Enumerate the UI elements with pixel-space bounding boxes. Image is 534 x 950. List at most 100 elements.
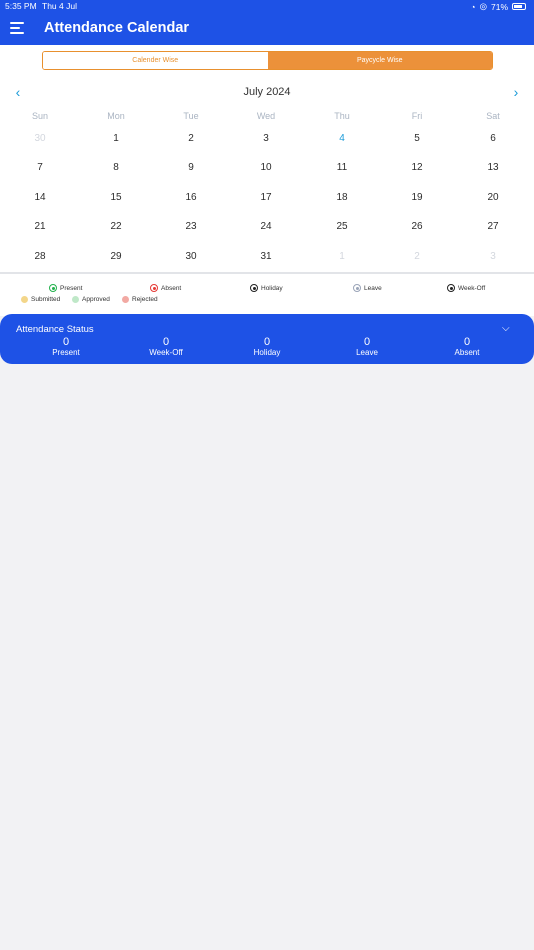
submitted-dot xyxy=(21,296,28,303)
calendar-day[interactable]: 1 xyxy=(86,133,146,144)
calendar-day[interactable]: 26 xyxy=(387,221,447,232)
calendar-day[interactable]: 30 xyxy=(161,251,221,262)
stat-value: 0 xyxy=(62,336,70,348)
stat-label: Leave xyxy=(356,348,378,357)
legend-label: Leave xyxy=(364,284,382,292)
calendar-day[interactable]: 24 xyxy=(236,221,296,232)
calendar-day[interactable]: 29 xyxy=(86,251,146,262)
calendar-day[interactable]: 18 xyxy=(312,192,372,203)
battery-icon xyxy=(512,3,526,10)
calendar-day[interactable]: 22 xyxy=(86,221,146,232)
stat-value: 0 xyxy=(463,336,471,348)
calendar-day[interactable]: 25 xyxy=(312,221,372,232)
tab-calendar-wise[interactable]: Calender Wise xyxy=(43,52,268,69)
attendance-status-title: Attendance Status xyxy=(16,324,94,335)
calendar-day[interactable]: 11 xyxy=(312,162,372,173)
calendar-day[interactable]: 3 xyxy=(463,251,523,262)
stat-label: Holiday xyxy=(253,348,281,357)
chevron-right-icon[interactable]: › xyxy=(509,85,523,99)
wifi-icon: ◔ xyxy=(470,1,476,12)
stat-label: Absent xyxy=(454,348,480,357)
orientation-lock-icon: ◎ xyxy=(479,1,487,11)
calendar-day[interactable]: 31 xyxy=(236,251,296,262)
tab-paycycle-wise[interactable]: Paycycle Wise xyxy=(267,52,492,69)
weekday-sun: Sun xyxy=(31,111,48,121)
calendar-day[interactable]: 15 xyxy=(86,192,146,203)
calendar-day[interactable]: 20 xyxy=(463,192,523,203)
legend-label: Absent xyxy=(161,284,182,292)
weekday-wed: Wed xyxy=(256,111,276,121)
stat-label: Week-Off xyxy=(149,348,183,357)
calendar-day[interactable]: 14 xyxy=(10,192,70,203)
menu-icon[interactable] xyxy=(10,22,24,34)
calendar-day[interactable]: 1 xyxy=(312,251,372,262)
calendar-day[interactable]: 27 xyxy=(463,221,523,232)
weekday-sat: Sat xyxy=(486,111,500,121)
stat-week-off: 0 Week-Off xyxy=(126,336,206,358)
stat-absent: 0 Absent xyxy=(427,336,507,358)
stat-holiday: 0 Holiday xyxy=(227,336,307,358)
status-time: 5:35 PM xyxy=(5,1,37,11)
approved-dot xyxy=(72,296,79,303)
stat-value: 0 xyxy=(363,336,371,348)
calendar-day[interactable]: 19 xyxy=(387,192,447,203)
view-toggle-bar: Calender Wise Paycycle Wise xyxy=(0,45,534,76)
legend-label: Holiday xyxy=(261,284,283,292)
calendar-day[interactable]: 10 xyxy=(236,162,296,173)
stat-value: 0 xyxy=(263,336,271,348)
calendar-day[interactable]: 2 xyxy=(161,133,221,144)
legend-submitted: Submitted xyxy=(21,296,60,303)
calendar: ‹ July 2024 › Sun Mon Tue Wed Thu Fri Sat 30 1 2… xyxy=(0,76,534,273)
app-bar: Attendance Calendar xyxy=(0,13,534,45)
calendar-day[interactable]: 16 xyxy=(161,192,221,203)
holiday-icon xyxy=(250,284,258,292)
calendar-day[interactable]: 8 xyxy=(86,162,146,173)
calendar-day[interactable]: 30 xyxy=(10,133,70,144)
calendar-day[interactable]: 2 xyxy=(387,251,447,262)
calendar-day[interactable]: 12 xyxy=(387,162,447,173)
calendar-day[interactable]: 23 xyxy=(161,221,221,232)
status-date: Thu 4 Jul xyxy=(42,1,77,11)
legend: Present Absent Holiday Leave Week-Off Su… xyxy=(0,274,534,316)
legend-label: Rejected xyxy=(132,296,158,303)
legend-absent: Absent xyxy=(150,284,181,292)
legend-label: Present xyxy=(60,284,83,292)
weekday-thu: Thu xyxy=(334,111,350,121)
stat-present: 0 Present xyxy=(26,336,106,358)
legend-holiday: Holiday xyxy=(250,284,283,292)
battery-percent: 71% xyxy=(490,1,508,12)
calendar-day[interactable]: 6 xyxy=(463,133,523,144)
rejected-dot xyxy=(122,296,129,303)
page-title: Attendance Calendar xyxy=(44,20,190,36)
legend-approved: Approved xyxy=(72,296,110,303)
legend-rejected: Rejected xyxy=(122,296,158,303)
absent-icon xyxy=(150,284,158,292)
calendar-day[interactable]: 13 xyxy=(463,162,523,173)
calendar-day[interactable]: 7 xyxy=(10,162,70,173)
calendar-day[interactable]: 5 xyxy=(387,133,447,144)
legend-week-off: Week-Off xyxy=(447,284,485,292)
weekday-tue: Tue xyxy=(183,111,199,121)
week-off-icon xyxy=(447,284,455,292)
weekday-mon: Mon xyxy=(107,111,125,121)
chevron-down-icon[interactable]: ⌵ xyxy=(502,323,510,334)
calendar-day-today[interactable]: 4 xyxy=(312,133,372,144)
legend-label: Approved xyxy=(82,296,110,303)
month-label: July 2024 xyxy=(243,86,291,98)
legend-label: Week-Off xyxy=(458,284,486,292)
attendance-status-card: Attendance Status ⌵ 0 Present 0 Week-Off… xyxy=(0,314,534,364)
legend-label: Submitted xyxy=(31,296,61,303)
status-indicators: ◔ ◎ 71% xyxy=(470,1,526,12)
view-toggle: Calender Wise Paycycle Wise xyxy=(42,51,493,70)
calendar-day[interactable]: 3 xyxy=(236,133,296,144)
calendar-day[interactable]: 17 xyxy=(236,192,296,203)
calendar-day[interactable]: 9 xyxy=(161,162,221,173)
stat-label: Present xyxy=(52,348,80,357)
stat-value: 0 xyxy=(162,336,170,348)
calendar-day[interactable]: 28 xyxy=(10,251,70,262)
legend-present: Present xyxy=(49,284,82,292)
weekday-fri: Fri xyxy=(411,111,423,121)
present-icon xyxy=(49,284,57,292)
calendar-day[interactable]: 21 xyxy=(10,221,70,232)
status-bar: 5:35 PM Thu 4 Jul ◔ ◎ 71% xyxy=(0,0,534,13)
